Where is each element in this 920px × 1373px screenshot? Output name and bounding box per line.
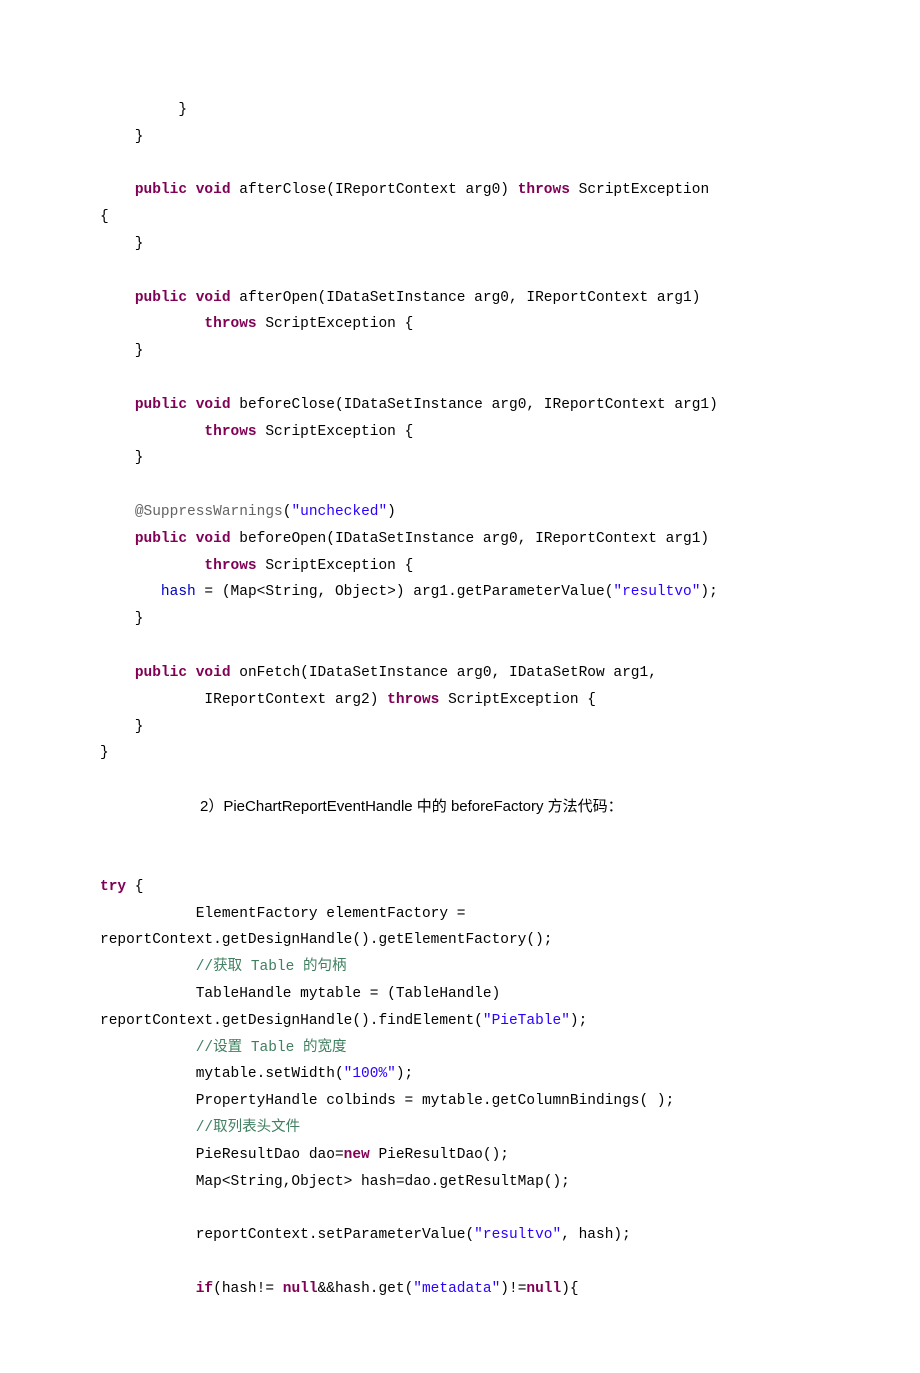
code-line: TableHandle mytable = (TableHandle): [100, 986, 509, 1002]
code-line: reportContext.getDesignHandle().getEleme…: [100, 932, 552, 948]
code-line: [100, 1254, 196, 1270]
code-line: }: [100, 102, 187, 118]
code-block-1: } } public void afterClose(IReportContex…: [100, 70, 870, 767]
code-line: }: [100, 719, 144, 735]
code-line: [100, 1200, 196, 1216]
code-block-2: try { ElementFactory elementFactory = re…: [100, 847, 870, 1303]
code-line: }: [100, 611, 144, 627]
code-line: }: [100, 236, 144, 252]
code-line: }: [100, 129, 144, 145]
code-line: ElementFactory elementFactory =: [100, 906, 474, 922]
code-line: PropertyHandle colbinds = mytable.getCol…: [100, 1093, 674, 1109]
code-line: }: [100, 450, 144, 466]
code-line: {: [100, 209, 109, 225]
code-line: Map<String,Object> hash=dao.getResultMap…: [100, 1174, 570, 1190]
section-heading: 2）PieChartReportEventHandle 中的 beforeFac…: [200, 793, 870, 821]
code-line: }: [100, 343, 144, 359]
code-line: }: [100, 745, 109, 761]
